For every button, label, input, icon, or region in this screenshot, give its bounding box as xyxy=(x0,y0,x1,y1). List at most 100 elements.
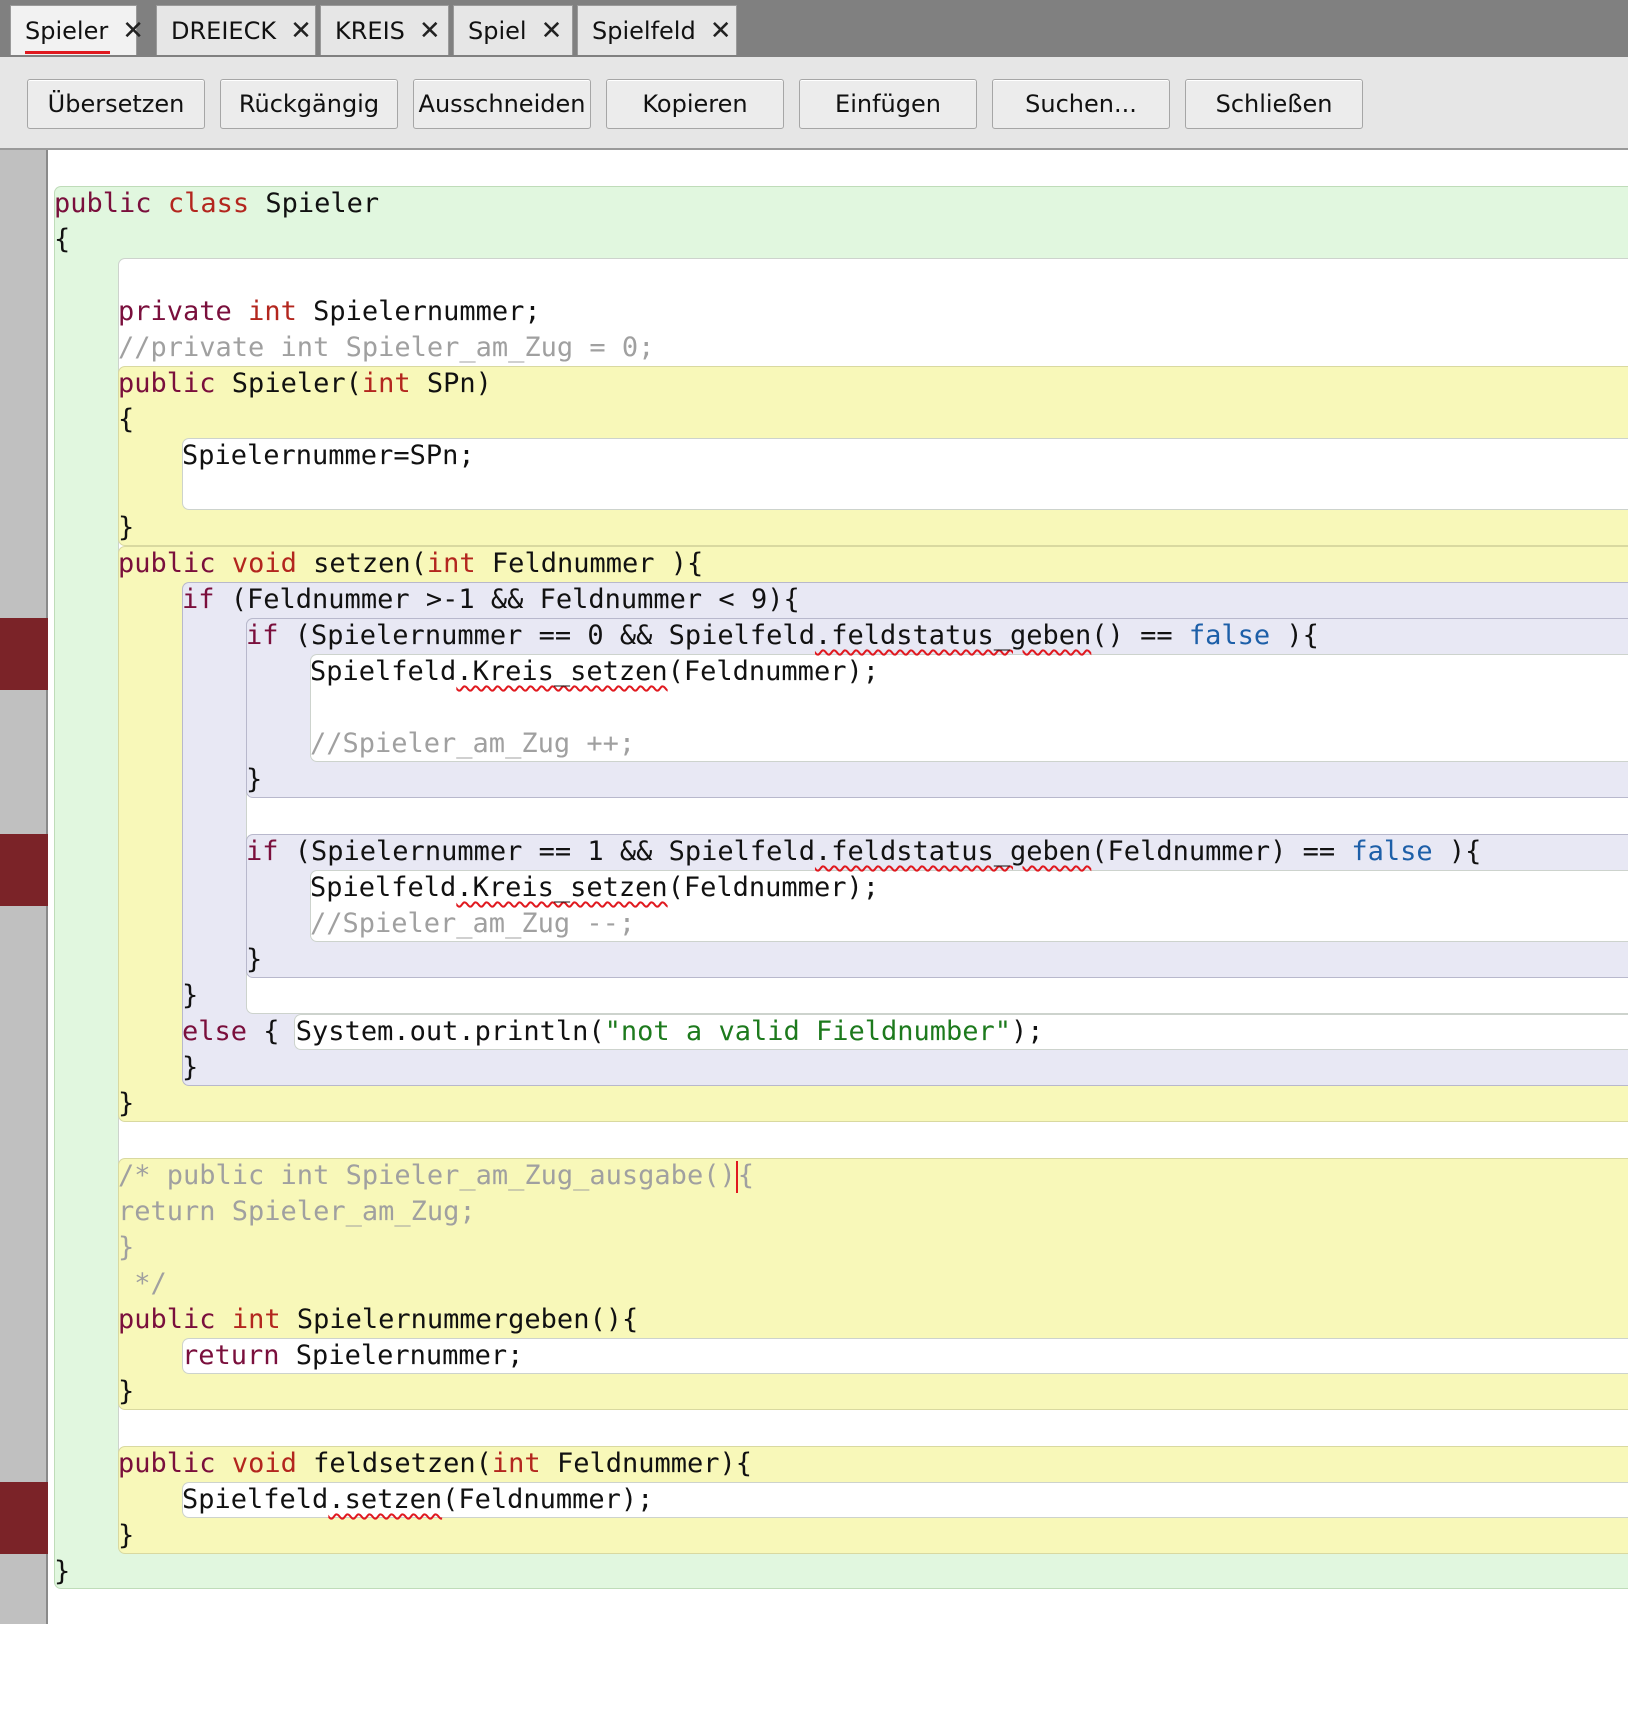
code-line: if (Feldnummer >-1 && Feldnummer < 9){ xyxy=(54,582,800,618)
string-literal: "not a valid Fieldnumber" xyxy=(604,1016,1012,1047)
error-squiggle: .Kreis_setzen xyxy=(456,872,668,903)
keyword: else xyxy=(182,1016,248,1047)
type: int xyxy=(231,1304,281,1335)
code-text: Feldnummer ){ xyxy=(475,548,704,579)
code-text: { xyxy=(54,224,71,255)
boolean-literal: false xyxy=(1188,620,1271,651)
code-line: Spielfeld.setzen(Feldnummer); xyxy=(54,1482,653,1518)
comment-text: { xyxy=(737,1160,754,1191)
code-line: Spielfeld.Kreis_setzen(Feldnummer); xyxy=(54,870,879,906)
code-editor[interactable]: public class Spieler { private int Spiel… xyxy=(50,150,1628,1716)
code-text: (Feldnummer); xyxy=(442,1484,654,1515)
code-line: } xyxy=(54,1050,198,1086)
code-line: public void feldsetzen(int Feldnummer){ xyxy=(54,1446,752,1482)
keyword: return xyxy=(182,1340,280,1371)
code-line: } xyxy=(54,1374,134,1410)
code-line: Spielernummer=SPn; xyxy=(54,438,475,474)
code-text: } xyxy=(182,980,199,1011)
close-icon[interactable]: ✕ xyxy=(122,18,144,44)
code-line: else { System.out.println("not a valid F… xyxy=(54,1014,1044,1050)
compile-button[interactable]: Übersetzen xyxy=(27,79,205,129)
type: void xyxy=(231,548,297,579)
code-comment: } xyxy=(118,1232,135,1263)
keyword: if xyxy=(246,620,279,651)
tab-bar: Spieler ✕ DREIECK ✕ KREIS ✕ Spiel ✕ Spie… xyxy=(0,0,1628,57)
close-icon[interactable]: ✕ xyxy=(541,18,563,44)
close-icon[interactable]: ✕ xyxy=(419,18,441,44)
keyword: if xyxy=(182,584,215,615)
code-text: } xyxy=(246,764,263,795)
undo-button[interactable]: Rückgängig xyxy=(220,79,398,129)
copy-button[interactable]: Kopieren xyxy=(606,79,784,129)
error-squiggle: .Kreis_setzen xyxy=(456,656,668,687)
code-line: if (Spielernummer == 1 && Spielfeld.feld… xyxy=(54,834,1481,870)
keyword: public xyxy=(118,1304,216,1335)
code-text: Spielfeld xyxy=(310,656,457,687)
code-text: } xyxy=(118,512,135,543)
close-icon[interactable]: ✕ xyxy=(710,18,732,44)
code-line: } xyxy=(54,978,198,1014)
code-line: private int Spielernummer; xyxy=(54,294,541,330)
code-text: Feldnummer){ xyxy=(540,1448,753,1479)
code-text: (Spielernummer == 0 && Spielfeld xyxy=(278,620,815,651)
code-text: feldsetzen( xyxy=(296,1448,492,1479)
tab-label: Spielfeld xyxy=(592,16,696,45)
code-comment: /* public int Spieler_am_Zug_ausgabe(){ xyxy=(54,1158,754,1194)
breakpoint-marker[interactable] xyxy=(0,618,48,690)
error-squiggle: .feldstatus_geben xyxy=(814,620,1092,651)
comment-text: /* public int Spieler_am_Zug_ausgabe() xyxy=(118,1160,736,1191)
tab-label: DREIECK xyxy=(171,16,277,45)
tab-spiel[interactable]: Spiel ✕ xyxy=(453,5,573,55)
code-text: Spielernummergeben(){ xyxy=(280,1304,639,1335)
error-squiggle: .setzen xyxy=(328,1484,443,1515)
code-line: public class Spieler xyxy=(54,186,379,222)
keyword: if xyxy=(246,836,279,867)
paste-button[interactable]: Einfügen xyxy=(799,79,977,129)
type: int xyxy=(361,368,411,399)
code-text: { xyxy=(118,404,135,435)
code-text: Spielfeld xyxy=(182,1484,329,1515)
tab-dreieck[interactable]: DREIECK ✕ xyxy=(156,5,316,55)
code-text: } xyxy=(182,1052,199,1083)
code-line: return Spielernummer; xyxy=(54,1338,523,1374)
breakpoint-marker[interactable] xyxy=(0,1482,48,1554)
code-text: } xyxy=(118,1088,135,1119)
type: int xyxy=(248,296,297,327)
close-icon[interactable]: ✕ xyxy=(290,18,312,44)
code-line: { xyxy=(54,402,134,438)
tab-spieler[interactable]: Spieler ✕ xyxy=(10,5,144,55)
code-comment: //Spieler_am_Zug --; xyxy=(310,908,636,939)
toolbar: Übersetzen Rückgängig Ausschneiden Kopie… xyxy=(0,57,1628,150)
code-line: } xyxy=(54,942,262,978)
code-text: ){ xyxy=(1432,836,1482,867)
tab-spielfeld[interactable]: Spielfeld ✕ xyxy=(577,5,737,55)
code-text: Spieler( xyxy=(215,368,362,399)
code-text: SPn) xyxy=(410,368,492,399)
code-comment: return Spieler_am_Zug; xyxy=(118,1196,476,1227)
tab-kreis[interactable]: KREIS ✕ xyxy=(320,5,449,55)
code-text: (Feldnummer); xyxy=(667,656,879,687)
code-text: } xyxy=(246,944,263,975)
code-text: Spielernummer; xyxy=(296,296,541,327)
boolean-literal: false xyxy=(1351,836,1433,867)
code-text: (Feldnummer); xyxy=(667,872,879,903)
code-line: Spielfeld.Kreis_setzen(Feldnummer); xyxy=(54,654,879,690)
code-line: } xyxy=(54,1518,134,1554)
code-text: Spielernummer; xyxy=(279,1340,524,1371)
close-button[interactable]: Schließen xyxy=(1185,79,1363,129)
code-text: Spielernummer=SPn; xyxy=(182,440,475,471)
find-button[interactable]: Suchen... xyxy=(992,79,1170,129)
code-text: } xyxy=(54,1556,71,1587)
breakpoint-gutter[interactable] xyxy=(0,150,48,1624)
code-line: } xyxy=(54,1086,134,1122)
code-line: { xyxy=(54,222,70,258)
cut-button[interactable]: Ausschneiden xyxy=(413,79,591,129)
breakpoint-marker[interactable] xyxy=(0,834,48,906)
keyword: public xyxy=(118,1448,216,1479)
keyword: private xyxy=(118,296,232,327)
code-line: if (Spielernummer == 0 && Spielfeld.feld… xyxy=(54,618,1319,654)
code-text: } xyxy=(118,1376,135,1407)
